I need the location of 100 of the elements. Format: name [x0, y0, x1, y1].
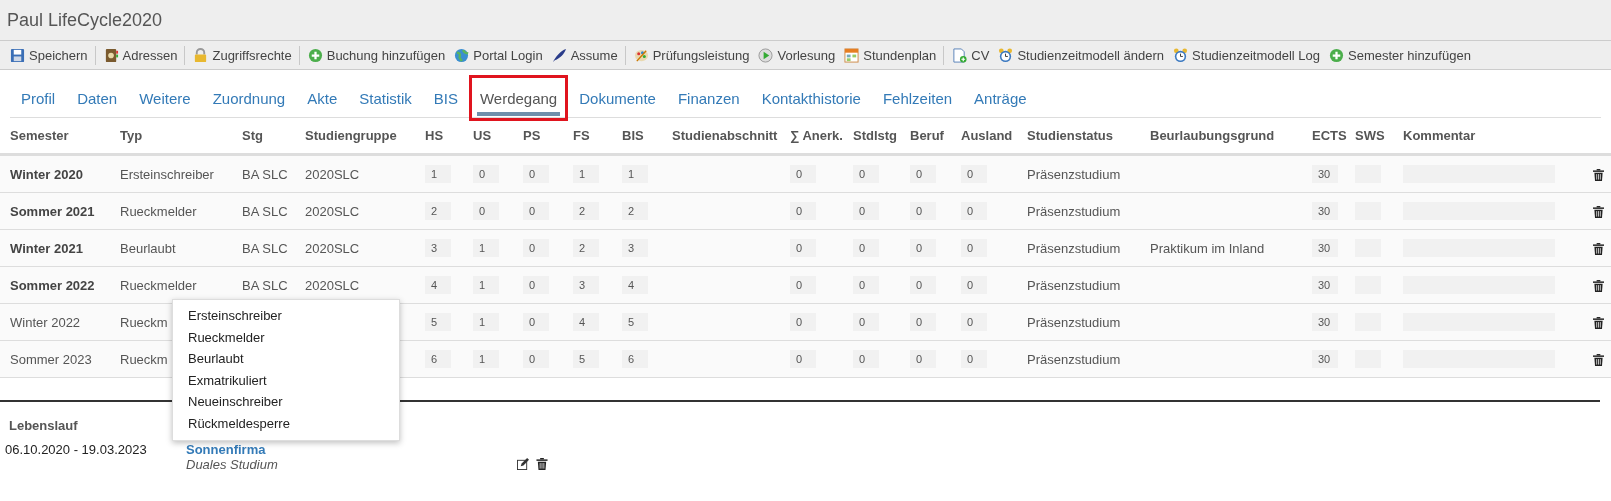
number-field[interactable]: 0 — [790, 350, 816, 368]
menu-item[interactable]: Exmatrikuliert — [173, 369, 399, 391]
trash-icon[interactable] — [1593, 280, 1604, 293]
number-field[interactable]: 0 — [790, 165, 816, 183]
number-field[interactable]: 0 — [910, 165, 936, 183]
number-field[interactable]: 3 — [573, 276, 599, 294]
trash-icon[interactable] — [1593, 243, 1604, 256]
toolbar-button[interactable]: Studienzeitmodell Log — [1172, 45, 1321, 65]
toolbar-button[interactable]: Prüfungsleistung — [632, 45, 751, 65]
number-field[interactable]: 0 — [961, 239, 987, 257]
number-field[interactable]: 30 — [1312, 202, 1338, 220]
toolbar-button[interactable]: Semester hinzufügen — [1328, 45, 1472, 65]
number-field[interactable]: 0 — [523, 165, 549, 183]
tab[interactable]: Statistik — [348, 79, 423, 117]
menu-item[interactable]: Rückmeldesperre — [173, 412, 399, 434]
number-field[interactable]: 1 — [473, 239, 499, 257]
trash-icon[interactable] — [1593, 206, 1604, 219]
tab[interactable]: Daten — [66, 79, 129, 117]
toolbar-button[interactable]: Studienzeitmodell ändern — [997, 45, 1166, 65]
number-field[interactable]: 4 — [573, 313, 599, 331]
number-field[interactable]: 0 — [853, 350, 879, 368]
number-field[interactable]: 30 — [1312, 313, 1338, 331]
number-field[interactable]: 0 — [790, 239, 816, 257]
edit-icon[interactable] — [517, 458, 529, 470]
number-field[interactable]: 0 — [910, 350, 936, 368]
number-field[interactable]: 1 — [622, 165, 648, 183]
number-field[interactable]: 0 — [523, 350, 549, 368]
menu-item[interactable]: Ersteinschreiber — [173, 305, 399, 327]
number-field[interactable]: 5 — [425, 313, 451, 331]
number-field[interactable]: 0 — [853, 202, 879, 220]
number-field[interactable]: 0 — [523, 202, 549, 220]
number-field[interactable]: 0 — [961, 313, 987, 331]
tab[interactable]: Fehlzeiten — [871, 79, 964, 117]
trash-icon[interactable] — [1593, 169, 1604, 182]
number-field[interactable]: 2 — [622, 202, 648, 220]
number-field[interactable]: 0 — [910, 313, 936, 331]
toolbar-button[interactable]: Assume — [550, 45, 626, 65]
tab[interactable]: Profil — [10, 79, 67, 117]
number-field[interactable]: 5 — [622, 313, 648, 331]
number-field[interactable]: 2 — [573, 239, 599, 257]
tab[interactable]: Akte — [296, 79, 349, 117]
number-field[interactable]: 0 — [473, 202, 499, 220]
tab[interactable]: Weitere — [128, 79, 202, 117]
number-field[interactable]: 0 — [961, 276, 987, 294]
number-field[interactable]: 30 — [1312, 165, 1338, 183]
number-field[interactable]: 1 — [425, 165, 451, 183]
number-field[interactable]: 0 — [910, 239, 936, 257]
toolbar-button[interactable]: Buchung hinzufügen — [306, 45, 447, 65]
tab[interactable]: Werdegang — [468, 75, 569, 121]
tab[interactable]: Finanzen — [666, 79, 751, 117]
number-field[interactable]: 6 — [622, 350, 648, 368]
number-field[interactable]: 4 — [425, 276, 451, 294]
number-field[interactable]: 0 — [790, 313, 816, 331]
tab[interactable]: BIS — [422, 79, 469, 117]
tab[interactable]: Kontakthistorie — [750, 79, 872, 117]
number-field[interactable]: 30 — [1312, 276, 1338, 294]
number-field[interactable]: 3 — [425, 239, 451, 257]
number-field[interactable]: 0 — [853, 276, 879, 294]
toolbar-button[interactable]: Portal Login — [453, 45, 544, 65]
trash-icon[interactable] — [536, 458, 548, 470]
number-field[interactable]: 30 — [1312, 350, 1338, 368]
entry-link[interactable]: Sonnenfirma — [186, 442, 517, 457]
number-field[interactable]: 0 — [523, 276, 549, 294]
toolbar-button[interactable]: Adressen — [102, 45, 186, 65]
number-field[interactable]: 0 — [961, 350, 987, 368]
number-field[interactable]: 0 — [790, 276, 816, 294]
number-field[interactable]: 0 — [853, 239, 879, 257]
number-field[interactable]: 2 — [425, 202, 451, 220]
number-field[interactable]: 0 — [523, 239, 549, 257]
menu-item[interactable]: Neueinschreiber — [173, 391, 399, 413]
number-field[interactable]: 0 — [961, 165, 987, 183]
number-field[interactable]: 0 — [853, 313, 879, 331]
number-field[interactable]: 4 — [622, 276, 648, 294]
number-field[interactable]: 1 — [473, 313, 499, 331]
number-field[interactable]: 0 — [853, 165, 879, 183]
toolbar-button[interactable]: Stundenplan — [843, 45, 945, 65]
number-field[interactable]: 0 — [910, 276, 936, 294]
tab[interactable]: Anträge — [963, 79, 1038, 117]
trash-icon[interactable] — [1593, 354, 1604, 367]
menu-item[interactable]: Rueckmelder — [173, 326, 399, 348]
number-field[interactable]: 30 — [1312, 239, 1338, 257]
number-field[interactable]: 0 — [910, 202, 936, 220]
number-field[interactable]: 1 — [473, 350, 499, 368]
toolbar-button[interactable]: Speichern — [9, 45, 96, 65]
number-field[interactable]: 0 — [523, 313, 549, 331]
toolbar-button[interactable]: Vorlesung — [757, 45, 837, 65]
tab[interactable]: Zuordnung — [201, 79, 297, 117]
toolbar-button[interactable]: CV — [951, 45, 991, 65]
toolbar-button[interactable]: Zugriffsrechte — [192, 45, 300, 65]
trash-icon[interactable] — [1593, 317, 1604, 330]
number-field[interactable]: 3 — [622, 239, 648, 257]
number-field[interactable]: 6 — [425, 350, 451, 368]
number-field[interactable]: 1 — [573, 165, 599, 183]
number-field[interactable]: 0 — [790, 202, 816, 220]
number-field[interactable]: 5 — [573, 350, 599, 368]
number-field[interactable]: 2 — [573, 202, 599, 220]
number-field[interactable]: 0 — [473, 165, 499, 183]
number-field[interactable]: 0 — [961, 202, 987, 220]
number-field[interactable]: 1 — [473, 276, 499, 294]
menu-item[interactable]: Beurlaubt — [173, 348, 399, 370]
